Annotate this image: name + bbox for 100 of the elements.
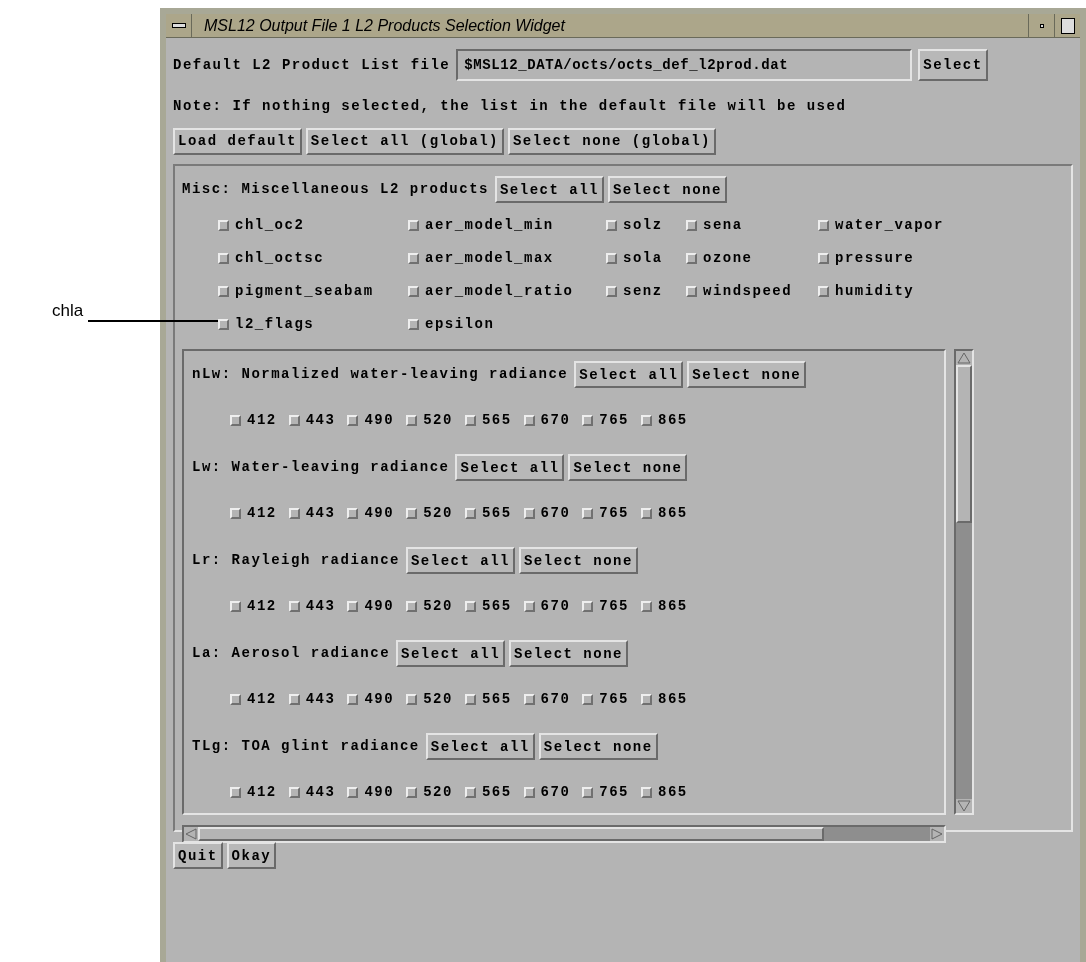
checkbox[interactable] xyxy=(641,415,653,426)
select-all-button[interactable]: Select all xyxy=(455,454,565,481)
select-none-button[interactable]: Select none xyxy=(568,454,688,481)
file-path-field[interactable]: $MSL12_DATA/octs/octs_def_l2prod.dat xyxy=(456,49,913,81)
select-all-button[interactable]: Select all xyxy=(574,361,684,388)
checkbox[interactable] xyxy=(686,220,697,231)
checkbox-label: senz xyxy=(623,282,663,301)
checkbox-label: 520 xyxy=(423,783,453,802)
checkbox[interactable] xyxy=(218,220,229,231)
select-all-button[interactable]: Select all xyxy=(425,733,535,760)
scroll-right-icon[interactable] xyxy=(930,827,944,841)
checkbox-label: l2_flags xyxy=(235,315,315,334)
checkbox[interactable] xyxy=(641,787,653,798)
select-all-button[interactable]: Select all xyxy=(405,547,515,574)
checkbox-label: 765 xyxy=(599,411,630,430)
checkbox[interactable] xyxy=(288,787,300,798)
select-none-button[interactable]: Select none xyxy=(687,361,807,388)
checkbox-label: 490 xyxy=(364,504,395,523)
load-default-button[interactable]: Load default xyxy=(173,127,302,155)
checkbox[interactable] xyxy=(288,415,300,426)
checkbox[interactable] xyxy=(582,694,594,705)
select-none-button[interactable]: Select none xyxy=(509,640,628,667)
quit-button[interactable]: Quit xyxy=(173,842,223,869)
checkbox[interactable] xyxy=(523,415,535,426)
checkbox-label: chl_oc2 xyxy=(235,216,305,235)
select-none-global-button[interactable]: Select none (global) xyxy=(507,127,716,155)
checkbox[interactable] xyxy=(218,253,229,264)
checkbox[interactable] xyxy=(230,508,241,519)
checkbox[interactable] xyxy=(288,508,300,519)
checkbox[interactable] xyxy=(523,694,535,705)
select-all-global-button[interactable]: Select all (global) xyxy=(305,127,504,155)
checkbox[interactable] xyxy=(406,787,418,798)
checkbox[interactable] xyxy=(230,601,241,612)
checkbox-label: 565 xyxy=(481,783,512,802)
checkbox-label: 765 xyxy=(599,690,630,709)
checkbox[interactable] xyxy=(406,508,418,519)
checkbox[interactable] xyxy=(347,601,359,612)
checkbox[interactable] xyxy=(408,253,419,264)
checkbox[interactable] xyxy=(288,601,300,612)
group-title: La: Aerosol radiance xyxy=(192,644,391,663)
select-none-button[interactable]: Select none xyxy=(518,547,638,574)
checkbox[interactable] xyxy=(818,286,829,297)
select-all-button[interactable]: Select all xyxy=(396,640,506,667)
checkbox[interactable] xyxy=(230,694,241,705)
scroll-down-icon[interactable] xyxy=(956,799,972,813)
scroll-up-icon[interactable] xyxy=(956,351,972,365)
checkbox-label: 490 xyxy=(364,783,395,802)
checkbox[interactable] xyxy=(347,694,359,705)
checkbox[interactable] xyxy=(582,787,594,798)
checkbox[interactable] xyxy=(406,694,418,705)
checkbox[interactable] xyxy=(464,787,476,798)
checkbox[interactable] xyxy=(464,694,476,705)
select-none-button[interactable]: Select none xyxy=(607,176,727,203)
checkbox[interactable] xyxy=(582,415,594,426)
checkbox[interactable] xyxy=(641,694,653,705)
checkbox[interactable] xyxy=(464,601,476,612)
checkbox-label: 412 xyxy=(247,504,277,523)
checkbox[interactable] xyxy=(464,508,476,519)
checkbox[interactable] xyxy=(818,253,829,264)
checkbox[interactable] xyxy=(218,286,229,297)
checkbox[interactable] xyxy=(523,601,535,612)
checkbox[interactable] xyxy=(408,220,419,231)
checkbox[interactable] xyxy=(686,286,697,297)
horizontal-scrollbar[interactable] xyxy=(182,825,946,843)
okay-button[interactable]: Okay xyxy=(226,842,277,869)
checkbox[interactable] xyxy=(641,508,653,519)
checkbox[interactable] xyxy=(523,787,535,798)
checkbox[interactable] xyxy=(641,601,653,612)
select-all-button[interactable]: Select all xyxy=(494,176,604,203)
checkbox[interactable] xyxy=(606,286,617,297)
checkbox[interactable] xyxy=(230,787,241,798)
checkbox[interactable] xyxy=(347,508,359,519)
checkbox[interactable] xyxy=(408,319,419,330)
group-title: Lw: Water-leaving radiance xyxy=(192,458,450,477)
checkbox[interactable] xyxy=(347,787,359,798)
checkbox[interactable] xyxy=(347,415,359,426)
checkbox[interactable] xyxy=(523,508,535,519)
checkbox[interactable] xyxy=(606,253,617,264)
checkbox-label: 443 xyxy=(305,504,336,523)
checkbox[interactable] xyxy=(606,220,617,231)
checkbox-label: aer_model_min xyxy=(425,216,554,235)
checkbox[interactable] xyxy=(408,286,419,297)
checkbox[interactable] xyxy=(406,415,418,426)
checkbox[interactable] xyxy=(686,253,697,264)
checkbox-label: 565 xyxy=(481,690,512,709)
group-title: nLw: Normalized water-leaving radiance xyxy=(192,365,569,384)
checkbox[interactable] xyxy=(406,601,418,612)
checkbox[interactable] xyxy=(230,415,241,426)
checkbox[interactable] xyxy=(288,694,300,705)
checkbox[interactable] xyxy=(582,508,594,519)
vertical-scrollbar[interactable] xyxy=(954,349,974,815)
checkbox[interactable] xyxy=(818,220,829,231)
select-none-button[interactable]: Select none xyxy=(538,733,658,760)
select-file-button[interactable]: Select xyxy=(918,49,988,81)
checkbox[interactable] xyxy=(582,601,594,612)
scroll-left-icon[interactable] xyxy=(184,827,198,841)
checkbox[interactable] xyxy=(218,319,229,330)
checkbox-label: pressure xyxy=(835,249,915,268)
checkbox-label: aer_model_ratio xyxy=(425,282,574,301)
checkbox[interactable] xyxy=(464,415,476,426)
